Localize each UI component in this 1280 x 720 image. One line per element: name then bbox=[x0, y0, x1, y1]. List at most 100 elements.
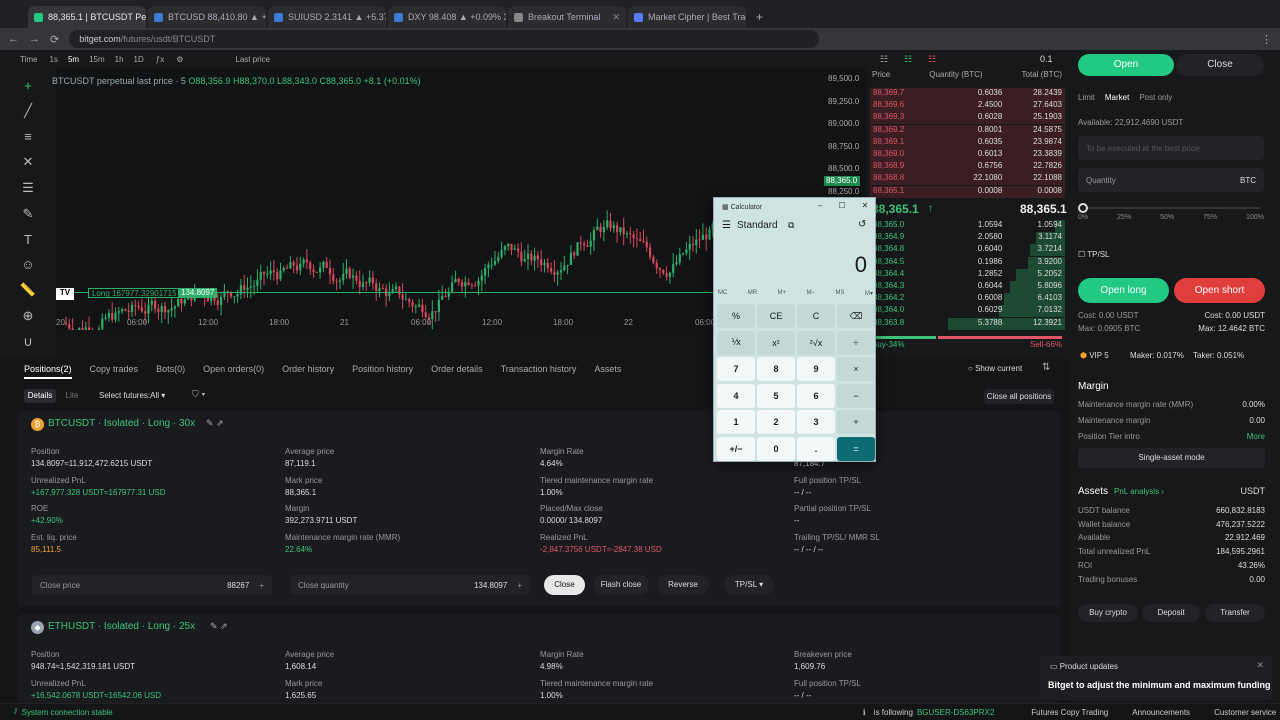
ask-row[interactable]: 88,368.8 22.1080 22.1088 bbox=[870, 173, 1065, 186]
announcements-link[interactable]: Announcements bbox=[1132, 708, 1190, 717]
indicator-icon[interactable]: ƒx bbox=[156, 55, 164, 64]
calc-key[interactable]: − bbox=[837, 383, 875, 408]
interval-15m[interactable]: 15m bbox=[89, 55, 105, 64]
interval-5m[interactable]: 5m bbox=[68, 55, 79, 64]
trendline-icon[interactable]: ╱ bbox=[24, 103, 32, 119]
order-type-limit[interactable]: Limit bbox=[1078, 93, 1095, 102]
tab-close-icon[interactable]: ✕ bbox=[608, 12, 620, 23]
bid-row[interactable]: 88,364.4 1.2852 5.2052 bbox=[870, 268, 1065, 281]
calc-key[interactable]: % bbox=[717, 304, 755, 328]
tab-bots-[interactable]: Bots(0) bbox=[156, 364, 185, 379]
memory-key[interactable]: MR bbox=[748, 290, 757, 297]
close-price-input[interactable]: Close price 88267 + bbox=[32, 575, 272, 595]
browser-tab[interactable]: BTCUSD 88,410.80 ▲ +1.03% 3✕ bbox=[148, 6, 266, 28]
memory-key[interactable]: M+ bbox=[778, 290, 787, 297]
pnl-analysis-link[interactable]: PnL analysis › bbox=[1114, 487, 1164, 496]
memory-key[interactable]: MC bbox=[718, 290, 727, 297]
view-both-icon[interactable]: ☷ bbox=[880, 54, 888, 65]
tab-positions-[interactable]: Positions(2) bbox=[24, 364, 72, 379]
tab-order-details[interactable]: Order details bbox=[431, 364, 483, 379]
calc-key[interactable]: ⌫ bbox=[837, 304, 875, 328]
browser-tab[interactable]: 88,365.1 | BTCUSDT Perpetual |✕ bbox=[28, 6, 146, 28]
ask-row[interactable]: 88,365.1 0.0008 0.0008 bbox=[870, 185, 1065, 198]
bid-row[interactable]: 88,364.8 0.6040 3.7214 bbox=[870, 244, 1065, 257]
horizontal-lines-icon[interactable]: ≡ bbox=[24, 129, 32, 144]
calc-key[interactable]: ²√x bbox=[797, 330, 835, 355]
browser-tab[interactable]: Market Cipher | Best Trading To✕ bbox=[628, 6, 746, 28]
interval-1s[interactable]: 1s bbox=[49, 55, 57, 64]
tier-more-link[interactable]: More bbox=[1200, 432, 1265, 441]
precision-select[interactable]: 0.1 bbox=[1040, 54, 1053, 64]
close-quantity-input[interactable]: Close quantity 134.8097 + bbox=[290, 575, 530, 595]
ask-row[interactable]: 88,368.9 0.6756 22.7826 bbox=[870, 161, 1065, 174]
details-toggle[interactable]: Details bbox=[24, 389, 56, 403]
memory-key[interactable]: M▾ bbox=[865, 290, 873, 297]
buy-crypto-button[interactable]: Buy crypto bbox=[1078, 604, 1138, 622]
open-tab[interactable]: Open bbox=[1078, 54, 1174, 76]
bid-row[interactable]: 88,364.9 2.0580 3.1174 bbox=[870, 232, 1065, 245]
bid-row[interactable]: 88,363.8 5.3788 12.3921 bbox=[870, 317, 1065, 330]
qty-slider-track[interactable] bbox=[1082, 207, 1260, 209]
pattern-icon[interactable]: ✕ bbox=[23, 154, 34, 170]
interval-1D[interactable]: 1D bbox=[134, 55, 144, 64]
calc-key[interactable]: 5 bbox=[757, 383, 795, 408]
order-type-post-only[interactable]: Post only bbox=[1139, 93, 1172, 102]
calc-key[interactable]: C bbox=[797, 304, 835, 328]
follow-id[interactable]: BGUSER-DS63PRX2 bbox=[917, 708, 994, 717]
view-asks-icon[interactable]: ☷ bbox=[928, 54, 936, 65]
tab-open-orders-[interactable]: Open orders(0) bbox=[203, 364, 264, 379]
bid-row[interactable]: 88,364.5 0.1986 3.9200 bbox=[870, 256, 1065, 269]
emoji-icon[interactable]: ☺ bbox=[21, 257, 34, 272]
back-icon[interactable]: ← bbox=[8, 33, 19, 45]
tab-copy-trades[interactable]: Copy trades bbox=[90, 364, 139, 379]
history-icon[interactable]: ↺ bbox=[858, 219, 866, 230]
url-field[interactable]: bitget.com/futures/usdt/BTCUSDT bbox=[69, 30, 820, 48]
memory-key[interactable]: M− bbox=[807, 290, 816, 297]
quantity-field[interactable]: Quantity BTC bbox=[1078, 168, 1264, 192]
tab-assets[interactable]: Assets bbox=[594, 364, 621, 379]
calc-key[interactable]: 6 bbox=[797, 383, 835, 408]
asset-unit-select[interactable]: USDT bbox=[1230, 486, 1266, 496]
maximize-icon[interactable]: ☐ bbox=[838, 201, 845, 210]
browser-tab[interactable]: SUIUSD 2.3141 ▲ +5.37% 3amig✕ bbox=[268, 6, 386, 28]
bid-row[interactable]: 88,364.2 0.6008 6.4103 bbox=[870, 293, 1065, 306]
lite-toggle[interactable]: Lite bbox=[60, 389, 84, 403]
ask-row[interactable]: 88,369.2 0.8001 24.5875 bbox=[870, 124, 1065, 137]
calc-key[interactable]: 8 bbox=[757, 357, 795, 381]
calc-key[interactable]: 4 bbox=[717, 383, 755, 408]
price-mode-select[interactable]: Last price bbox=[235, 55, 270, 64]
show-current-toggle[interactable]: ○ Show current bbox=[968, 364, 1022, 373]
tab-transaction-history[interactable]: Transaction history bbox=[501, 364, 577, 379]
close-position-button[interactable]: Close bbox=[544, 575, 585, 595]
futures-copy-trading-link[interactable]: Futures Copy Trading bbox=[1031, 708, 1108, 717]
transfer-button[interactable]: Transfer bbox=[1205, 604, 1265, 622]
browser-tab[interactable]: DXY 98.408 ▲ +0.09% 3amigo✕ bbox=[388, 6, 506, 28]
fib-icon[interactable]: ☰ bbox=[22, 180, 34, 196]
price-field[interactable]: To be executed at the best price bbox=[1078, 136, 1264, 160]
single-asset-mode-button[interactable]: Single-asset mode bbox=[1078, 448, 1265, 468]
calc-key[interactable]: 7 bbox=[717, 357, 755, 381]
calc-key[interactable]: CE bbox=[757, 304, 795, 328]
bid-row[interactable]: 88,364.3 0.6044 5.8096 bbox=[870, 281, 1065, 293]
edit-icon[interactable]: ✎ ⇗ bbox=[206, 418, 224, 429]
deposit-button[interactable]: Deposit bbox=[1142, 604, 1200, 622]
extensions-icon[interactable]: ⋮ bbox=[1261, 33, 1272, 46]
edit-icon[interactable]: ✎ ⇗ bbox=[210, 621, 228, 632]
ask-row[interactable]: 88,369.3 0.6028 25.1903 bbox=[870, 112, 1065, 125]
magnet-icon[interactable]: ∪ bbox=[23, 334, 33, 350]
close-all-positions-button[interactable]: Close all positions bbox=[984, 389, 1054, 404]
ruler-icon[interactable]: 📏 bbox=[20, 282, 36, 298]
toast-close-icon[interactable]: ✕ bbox=[1256, 660, 1264, 671]
calc-key[interactable]: 3 bbox=[797, 410, 835, 434]
calc-key[interactable]: . bbox=[797, 436, 835, 461]
calc-menu-icon[interactable]: ☰ bbox=[722, 220, 731, 231]
settings-icon[interactable]: ⚙ bbox=[176, 55, 183, 64]
sort-icon[interactable]: ⇅ bbox=[1042, 362, 1050, 373]
zoom-icon[interactable]: ⊕ bbox=[23, 308, 34, 324]
open-long-button[interactable]: Open long bbox=[1078, 278, 1169, 303]
interval-1h[interactable]: 1h bbox=[115, 55, 124, 64]
ask-row[interactable]: 88,369.0 0.6013 23.3839 bbox=[870, 149, 1065, 161]
bid-row[interactable]: 88,365.0 1.0594 1.0594 bbox=[870, 220, 1065, 232]
close-icon[interactable]: ✕ bbox=[862, 201, 869, 210]
close-tab[interactable]: Close bbox=[1176, 54, 1264, 76]
